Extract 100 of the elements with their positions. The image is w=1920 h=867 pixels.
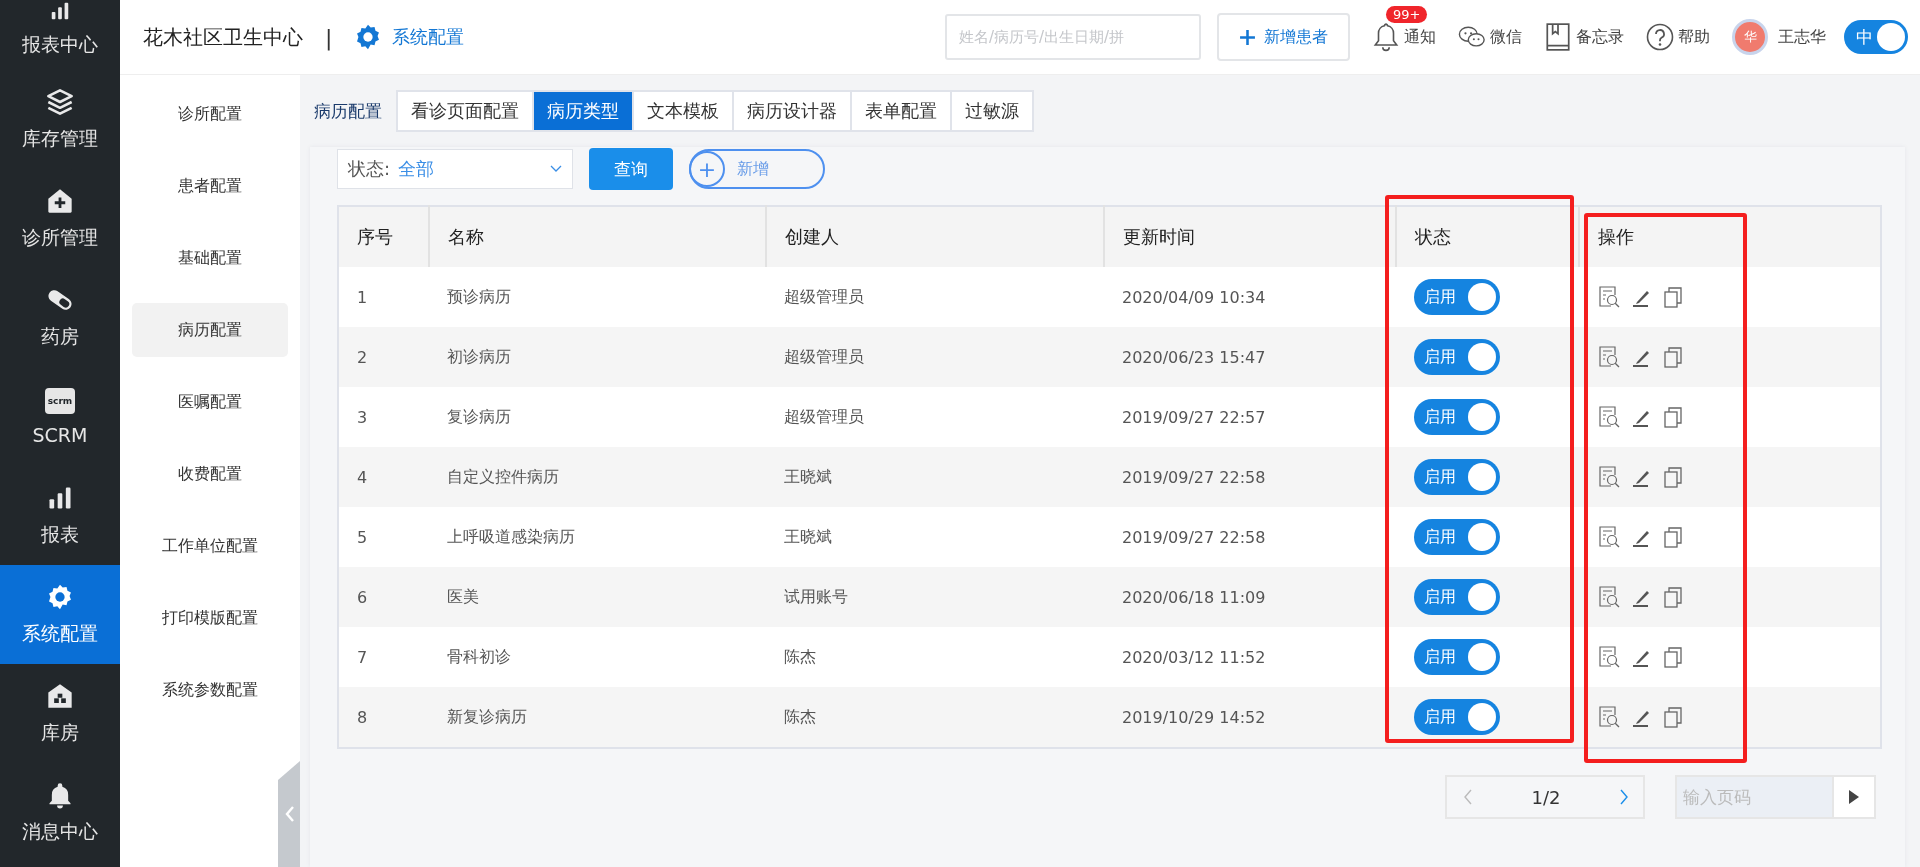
table-cell: 骨科初诊 (429, 627, 766, 687)
table-cell: 复诊病历 (429, 387, 766, 447)
copy-icon[interactable] (1661, 465, 1685, 489)
nav-item[interactable]: 消息中心 (0, 763, 120, 862)
table-cell: 4 (338, 447, 429, 507)
tab[interactable]: 病历设计器 (734, 92, 852, 130)
nav-item[interactable]: 报表中心 (0, 0, 120, 70)
language-toggle[interactable]: 中 (1844, 20, 1908, 54)
copy-icon[interactable] (1661, 705, 1685, 729)
search-field[interactable]: 姓名/病历号/出生日期/拼 (945, 14, 1201, 60)
table-cell: 医美 (429, 567, 766, 627)
next-page-button[interactable] (1619, 789, 1629, 805)
layers-icon (46, 87, 74, 116)
table-cell: 1 (338, 267, 429, 327)
nav-item[interactable]: 诊所管理 (0, 169, 120, 268)
copy-icon[interactable] (1661, 585, 1685, 609)
preview-icon[interactable] (1597, 585, 1621, 609)
copy-icon[interactable] (1661, 285, 1685, 309)
tab[interactable]: 过敏源 (952, 92, 1032, 130)
status-toggle[interactable]: 启用 (1414, 459, 1500, 495)
settings-menu-item[interactable]: 基础配置 (132, 231, 288, 285)
nav-item[interactable]: 库房 (0, 664, 120, 763)
nav-item[interactable]: 系统配置 (0, 565, 120, 664)
copy-icon[interactable] (1661, 345, 1685, 369)
clinic-name: 花木社区卫生中心 (143, 23, 303, 51)
chevron-left-icon (1463, 789, 1473, 805)
collapse-handle[interactable] (278, 761, 300, 867)
page-number-field[interactable]: 输入页码 (1675, 775, 1832, 819)
table-cell: 陈杰 (766, 687, 1104, 748)
status-toggle[interactable]: 启用 (1414, 399, 1500, 435)
table-cell: 2020/03/12 11:52 (1104, 627, 1396, 687)
settings-menu-item[interactable]: 医嘱配置 (132, 375, 288, 429)
column-header: 更新时间 (1104, 206, 1396, 267)
preview-icon[interactable] (1597, 465, 1621, 489)
preview-icon[interactable] (1597, 645, 1621, 669)
nav-item[interactable]: 库存管理 (0, 70, 120, 169)
settings-menu-item[interactable]: 工作单位配置 (132, 519, 288, 573)
book-icon (1544, 22, 1572, 52)
preview-icon[interactable] (1597, 345, 1621, 369)
settings-menu-item[interactable]: 病历配置 (132, 303, 288, 357)
nav-item[interactable]: scrm SCRM (0, 367, 120, 466)
tab[interactable]: 文本模板 (634, 92, 734, 130)
section-title: 病历配置 (314, 99, 382, 123)
table-cell: 2019/09/27 22:58 (1104, 447, 1396, 507)
table-cell: 新复诊病历 (429, 687, 766, 748)
status-toggle[interactable]: 启用 (1414, 279, 1500, 315)
tab[interactable]: 病历类型 (534, 92, 634, 130)
status-toggle[interactable]: 启用 (1414, 519, 1500, 555)
status-toggle[interactable]: 启用 (1414, 639, 1500, 675)
user-name: 王志华 (1778, 26, 1826, 48)
settings-menu-item[interactable]: 诊所配置 (132, 87, 288, 141)
table-cell: 王晓斌 (766, 507, 1104, 567)
chevron-left-icon (284, 804, 296, 824)
table-cell: 试用账号 (766, 567, 1104, 627)
column-header: 名称 (429, 206, 766, 267)
copy-icon[interactable] (1661, 405, 1685, 429)
header-action[interactable]: 备忘录 (1544, 22, 1624, 52)
settings-menu-item[interactable]: 患者配置 (132, 159, 288, 213)
table-cell: 2020/06/18 11:09 (1104, 567, 1396, 627)
status-toggle[interactable]: 启用 (1414, 339, 1500, 375)
header-action[interactable]: 微信 (1458, 22, 1522, 52)
table-cell: 5 (338, 507, 429, 567)
settings-menu-item[interactable]: 打印模版配置 (132, 591, 288, 645)
table-cell: 2019/10/29 14:52 (1104, 687, 1396, 748)
preview-icon[interactable] (1597, 705, 1621, 729)
table-cell: 3 (338, 387, 429, 447)
copy-icon[interactable] (1661, 645, 1685, 669)
module-title: 系统配置 (392, 25, 465, 49)
table-cell: 2019/09/27 22:58 (1104, 507, 1396, 567)
column-header: 序号 (338, 206, 429, 267)
nav-item[interactable]: 药房 (0, 268, 120, 367)
separator: | (325, 24, 333, 50)
copy-icon[interactable] (1661, 525, 1685, 549)
status-toggle[interactable]: 启用 (1414, 699, 1500, 735)
go-button[interactable] (1832, 775, 1876, 819)
status-dropdown[interactable]: 状态: 全部 (337, 149, 573, 189)
table-cell: 王晓斌 (766, 447, 1104, 507)
user-avatar: 华 (1732, 19, 1768, 55)
add-patient-button[interactable]: 新增患者 (1217, 13, 1350, 61)
table-cell: 8 (338, 687, 429, 748)
status-toggle[interactable]: 启用 (1414, 579, 1500, 615)
table-cell: 6 (338, 567, 429, 627)
table-cell: 2019/09/27 22:57 (1104, 387, 1396, 447)
tab[interactable]: 表单配置 (852, 92, 952, 130)
preview-icon[interactable] (1597, 285, 1621, 309)
table-cell: 超级管理员 (766, 327, 1104, 387)
settings-menu-item[interactable]: 系统参数配置 (132, 663, 288, 717)
preview-icon[interactable] (1597, 525, 1621, 549)
nav-item[interactable]: 报表 (0, 466, 120, 565)
column-header: 创建人 (766, 206, 1104, 267)
table-cell: 初诊病历 (429, 327, 766, 387)
settings-menu-item[interactable]: 收费配置 (132, 447, 288, 501)
bell-icon (1372, 22, 1400, 52)
header-action[interactable]: 通知 (1372, 22, 1436, 52)
table-cell: 2 (338, 327, 429, 387)
preview-icon[interactable] (1597, 405, 1621, 429)
table-cell: 预诊病历 (429, 267, 766, 327)
header-action[interactable]: 帮助 (1646, 22, 1710, 52)
chevron-down-icon (550, 165, 562, 173)
table-cell: 超级管理员 (766, 387, 1104, 447)
